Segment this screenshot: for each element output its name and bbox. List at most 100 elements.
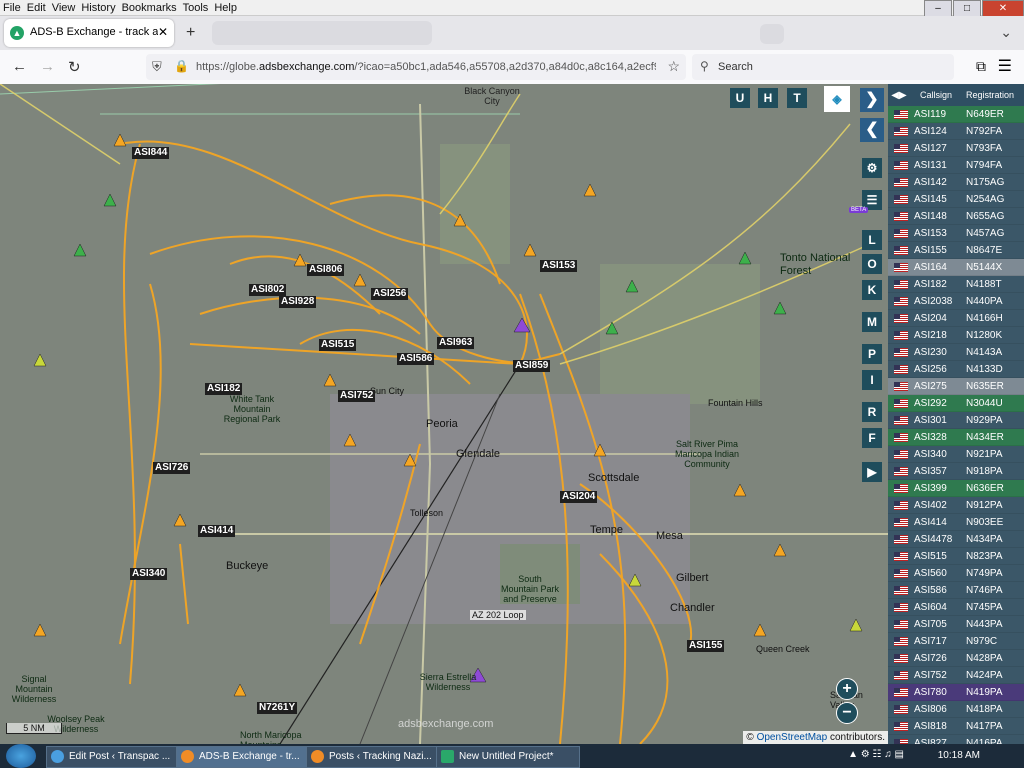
menu-bookmarks[interactable]: Bookmarks xyxy=(119,1,180,16)
zoom-out-icon[interactable]: − xyxy=(836,702,858,724)
taskbar-item-project[interactable]: New Untitled Project* xyxy=(436,746,580,768)
aircraft-row[interactable]: ASI230 N4143A xyxy=(888,344,1024,361)
tab-adsb[interactable]: ▲ ADS-B Exchange - track aircraft ✕ xyxy=(4,19,174,47)
aircraft-label[interactable]: ASI155 xyxy=(687,640,725,652)
shield-icon[interactable]: ⛨ xyxy=(152,59,162,75)
menu-hamburger-icon[interactable]: ☰ xyxy=(998,56,1012,76)
forward-arrow-icon[interactable]: → xyxy=(40,58,55,75)
aircraft-row[interactable]: ASI153 N457AG xyxy=(888,225,1024,242)
aircraft-row[interactable]: ASI119 N649ER xyxy=(888,106,1024,123)
aircraft-row[interactable]: ASI414 N903EE xyxy=(888,514,1024,531)
aircraft-row[interactable]: ASI357 N918PA xyxy=(888,463,1024,480)
start-button[interactable] xyxy=(6,744,36,768)
aircraft-row[interactable]: ASI256 N4133D xyxy=(888,361,1024,378)
aircraft-label[interactable]: ASI963 xyxy=(437,337,475,349)
menu-edit[interactable]: Edit xyxy=(24,1,49,16)
aircraft-row[interactable]: ASI604 N745PA xyxy=(888,599,1024,616)
aircraft-row[interactable]: ASI155 N8647E xyxy=(888,242,1024,259)
aircraft-row[interactable]: ASI340 N921PA xyxy=(888,446,1024,463)
aircraft-row[interactable]: ASI827 N416PA xyxy=(888,735,1024,744)
taskbar-item-adsb[interactable]: ADS-B Exchange - tr... xyxy=(176,746,320,768)
aircraft-row[interactable]: ASI717 N979C xyxy=(888,633,1024,650)
aircraft-row[interactable]: ASI292 N3044U xyxy=(888,395,1024,412)
aircraft-row[interactable]: ASI142 N175AG xyxy=(888,174,1024,191)
aircraft-row[interactable]: ASI145 N254AG xyxy=(888,191,1024,208)
lock-icon[interactable]: 🔒 xyxy=(174,59,189,73)
aircraft-row[interactable]: ASI164 N5144X xyxy=(888,259,1024,276)
aircraft-label[interactable]: ASI515 xyxy=(319,339,357,351)
taskbar-item-posts[interactable]: Posts ‹ Tracking Nazi... xyxy=(306,746,450,768)
aircraft-label[interactable]: ASI204 xyxy=(560,491,598,503)
aircraft-row[interactable]: ASI752 N424PA xyxy=(888,667,1024,684)
aircraft-label[interactable]: ASI859 xyxy=(513,360,551,372)
aircraft-row[interactable]: ASI705 N443PA xyxy=(888,616,1024,633)
maximize-button[interactable]: □ xyxy=(953,0,981,17)
aircraft-row[interactable]: ASI131 N794FA xyxy=(888,157,1024,174)
aircraft-row[interactable]: ASI818 N417PA xyxy=(888,718,1024,735)
back-arrow-icon[interactable]: ← xyxy=(12,58,27,75)
aircraft-label[interactable]: ASI586 xyxy=(397,353,435,365)
aircraft-label[interactable]: ASI182 xyxy=(205,383,243,395)
column-callsign[interactable]: Callsign xyxy=(910,90,962,100)
column-registration[interactable]: Registration xyxy=(962,90,1018,100)
aircraft-label[interactable]: ASI802 xyxy=(249,284,287,296)
aircraft-label[interactable]: ASI340 xyxy=(130,568,168,580)
aircraft-label[interactable]: ASI928 xyxy=(279,296,317,308)
minimize-button[interactable]: – xyxy=(924,0,952,17)
bookmark-star-icon[interactable]: ☆ xyxy=(667,58,680,75)
map-button-o[interactable]: O xyxy=(862,254,882,274)
system-tray-icons[interactable]: ▲ ⚙ ☷ ♫ ▤ xyxy=(848,749,904,760)
aircraft-label[interactable]: ASI153 xyxy=(540,260,578,272)
map-button-r[interactable]: R xyxy=(862,402,882,422)
map-button-f[interactable]: F xyxy=(862,428,882,448)
aircraft-row[interactable]: ASI328 N434ER xyxy=(888,429,1024,446)
aircraft-row[interactable]: ASI204 N4166H xyxy=(888,310,1024,327)
menu-file[interactable]: File xyxy=(0,1,24,16)
map-button-u[interactable]: U xyxy=(730,88,750,108)
aircraft-row[interactable]: ASI301 N929PA xyxy=(888,412,1024,429)
url-text[interactable]: https://globe.adsbexchange.com/?icao=a50… xyxy=(196,61,656,73)
layers-icon[interactable]: ◈ xyxy=(824,86,850,112)
osm-link[interactable]: OpenStreetMap xyxy=(757,732,828,743)
aircraft-row[interactable]: ASI402 N912PA xyxy=(888,497,1024,514)
extensions-puzzle-icon[interactable]: ⧉ xyxy=(976,58,986,75)
aircraft-label[interactable]: N7261Y xyxy=(257,702,298,714)
map-button-h[interactable]: H xyxy=(758,88,778,108)
map-button-t[interactable]: T xyxy=(787,88,807,108)
aircraft-row[interactable]: ASI399 N636ER xyxy=(888,480,1024,497)
search-field[interactable]: ⚲ Search xyxy=(692,54,954,80)
aircraft-row[interactable]: ASI806 N418PA xyxy=(888,701,1024,718)
aircraft-row[interactable]: ASI2038 N440PA xyxy=(888,293,1024,310)
close-tab-icon[interactable]: ✕ xyxy=(158,25,168,39)
map-button-m[interactable]: M xyxy=(862,312,882,332)
aircraft-label[interactable]: ASI844 xyxy=(132,147,170,159)
aircraft-label[interactable]: ASI414 xyxy=(198,525,236,537)
replay-icon[interactable]: ▶ xyxy=(862,462,882,482)
menu-help[interactable]: Help xyxy=(211,1,240,16)
aircraft-label[interactable]: ASI256 xyxy=(371,288,409,300)
map-button-k[interactable]: K xyxy=(862,280,882,300)
settings-gear-icon[interactable]: ⚙ xyxy=(862,158,882,178)
taskbar-item-edit-post[interactable]: Edit Post ‹ Transpac ... xyxy=(46,746,190,768)
collapse-panel-arrow-icon[interactable]: ❮ xyxy=(860,118,884,142)
aircraft-row[interactable]: ASI182 N4188T xyxy=(888,276,1024,293)
list-tabs-chevron-icon[interactable]: ⌄ xyxy=(1000,24,1012,41)
map-button-i[interactable]: I xyxy=(862,370,882,390)
menu-tools[interactable]: Tools xyxy=(180,1,212,16)
aircraft-row[interactable]: ASI218 N1280K xyxy=(888,327,1024,344)
map-canvas[interactable]: Black Canyon City Tonto National Forest … xyxy=(0,84,888,744)
close-window-button[interactable]: ✕ xyxy=(982,0,1024,17)
reload-icon[interactable]: ↻ xyxy=(68,58,81,76)
map-button-l[interactable]: L xyxy=(862,230,882,250)
expand-panel-arrow-icon[interactable]: ❯ xyxy=(860,88,884,112)
aircraft-row[interactable]: ASI560 N749PA xyxy=(888,565,1024,582)
system-clock[interactable]: 10:18 AM xyxy=(938,750,980,761)
aircraft-row[interactable]: ASI4478 N434PA xyxy=(888,531,1024,548)
aircraft-label[interactable]: ASI806 xyxy=(307,264,345,276)
address-bar[interactable]: ⛨ 🔒 https://globe.adsbexchange.com/?icao… xyxy=(146,54,686,80)
aircraft-label[interactable]: ASI752 xyxy=(338,390,376,402)
aircraft-row[interactable]: ASI780 N419PA xyxy=(888,684,1024,701)
aircraft-row[interactable]: ASI515 N823PA xyxy=(888,548,1024,565)
aircraft-label[interactable]: ASI726 xyxy=(153,462,191,474)
aircraft-row[interactable]: ASI124 N792FA xyxy=(888,123,1024,140)
